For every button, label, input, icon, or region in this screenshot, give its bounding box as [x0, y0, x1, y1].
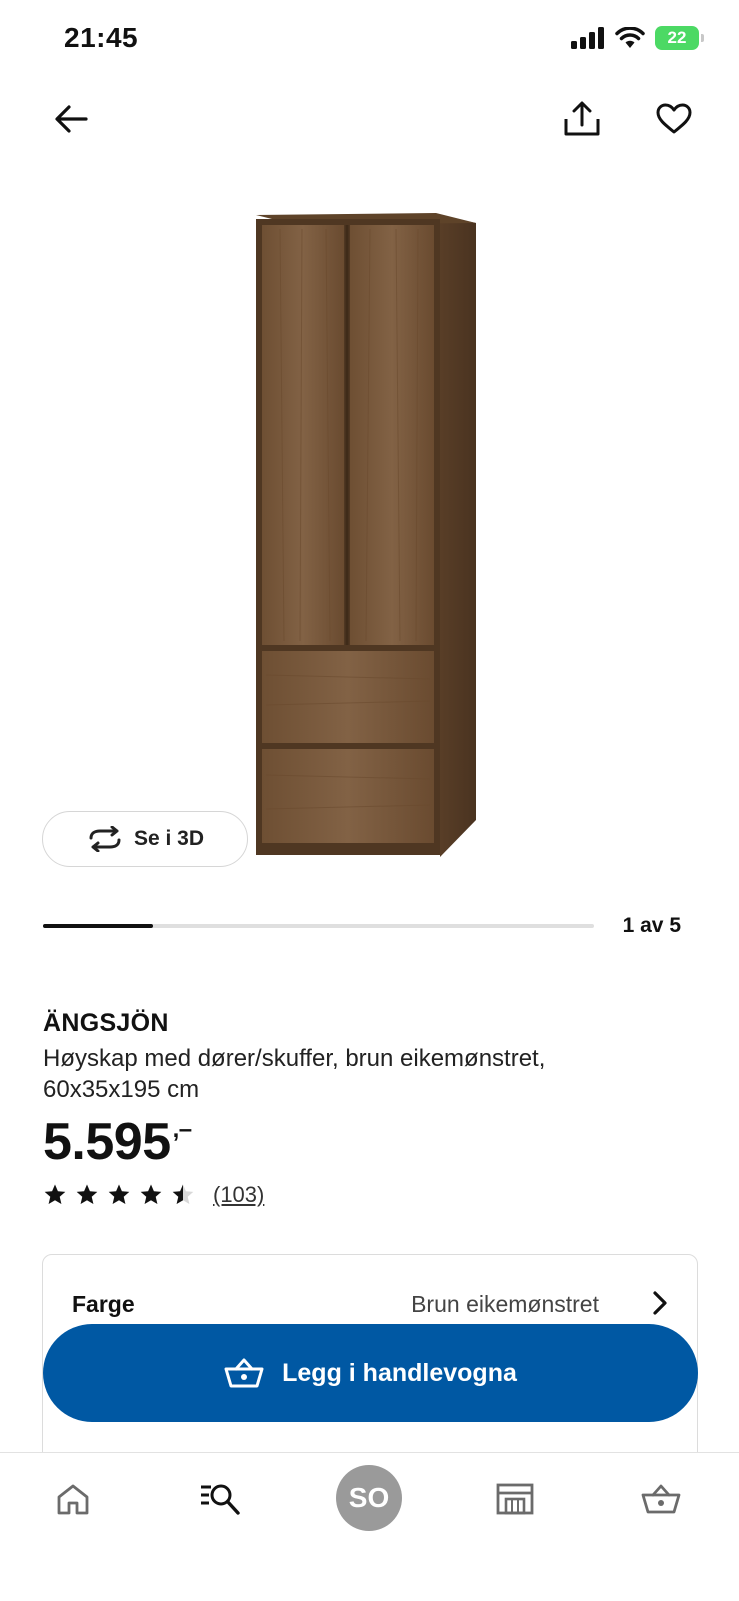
color-option-label: Farge [72, 1291, 135, 1317]
basket-icon [224, 1358, 264, 1388]
nav-home[interactable] [38, 1473, 108, 1525]
status-icons: 22 [571, 26, 704, 50]
view-3d-label: Se i 3D [133, 827, 205, 850]
color-option-value: Brun eikemønstret [411, 1291, 599, 1317]
back-button[interactable] [48, 96, 94, 142]
gallery-progress-fill [43, 924, 154, 928]
search-icon [201, 1484, 240, 1515]
rating[interactable]: (103) [43, 1182, 264, 1208]
signal-icon [571, 27, 604, 49]
price-value: 5.595 [43, 1113, 171, 1171]
heart-icon [656, 103, 692, 134]
battery-level: 22 [667, 28, 687, 47]
profile-avatar[interactable]: SO [336, 1465, 402, 1531]
price-suffix: ,– [172, 1116, 193, 1143]
product-price: 5.595 ,– [43, 1112, 192, 1172]
add-to-cart-button[interactable]: Legg i handlevogna [43, 1324, 698, 1422]
rating-stars [43, 1183, 195, 1207]
battery-indicator: 22 [655, 26, 704, 50]
share-button[interactable] [559, 96, 605, 142]
share-icon [564, 101, 600, 136]
status-time: 21:45 [64, 22, 139, 53]
wifi-icon [615, 27, 645, 48]
nav-store[interactable] [480, 1473, 550, 1525]
basket-icon [641, 1484, 681, 1514]
nav-search[interactable] [185, 1473, 255, 1525]
star-icon [172, 1184, 194, 1204]
review-count[interactable]: (103) [213, 1182, 264, 1208]
gallery-progress [43, 924, 594, 928]
star-icon [140, 1184, 162, 1204]
star-icon [44, 1184, 66, 1204]
store-icon [496, 1483, 534, 1515]
product-image[interactable] [240, 205, 490, 870]
product-name: ÄNGSJÖN [43, 1009, 169, 1037]
view-3d-button[interactable]: Se i 3D [42, 811, 248, 867]
arrow-left-icon [55, 105, 88, 133]
chevron-right-icon[interactable] [650, 1290, 670, 1321]
home-icon [57, 1484, 89, 1515]
star-icon [76, 1184, 98, 1204]
rotate-icon [89, 826, 121, 852]
avatar-initials: SO [348, 1482, 390, 1513]
gallery-position: 1 av 5 [622, 914, 681, 937]
nav-basket[interactable] [626, 1473, 696, 1525]
product-description: Høyskap med dører/skuffer, brun eikemøns… [43, 1045, 546, 1103]
star-icon [108, 1184, 130, 1204]
favorite-button[interactable] [651, 96, 697, 142]
add-to-cart-label: Legg i handlevogna [282, 1358, 517, 1387]
